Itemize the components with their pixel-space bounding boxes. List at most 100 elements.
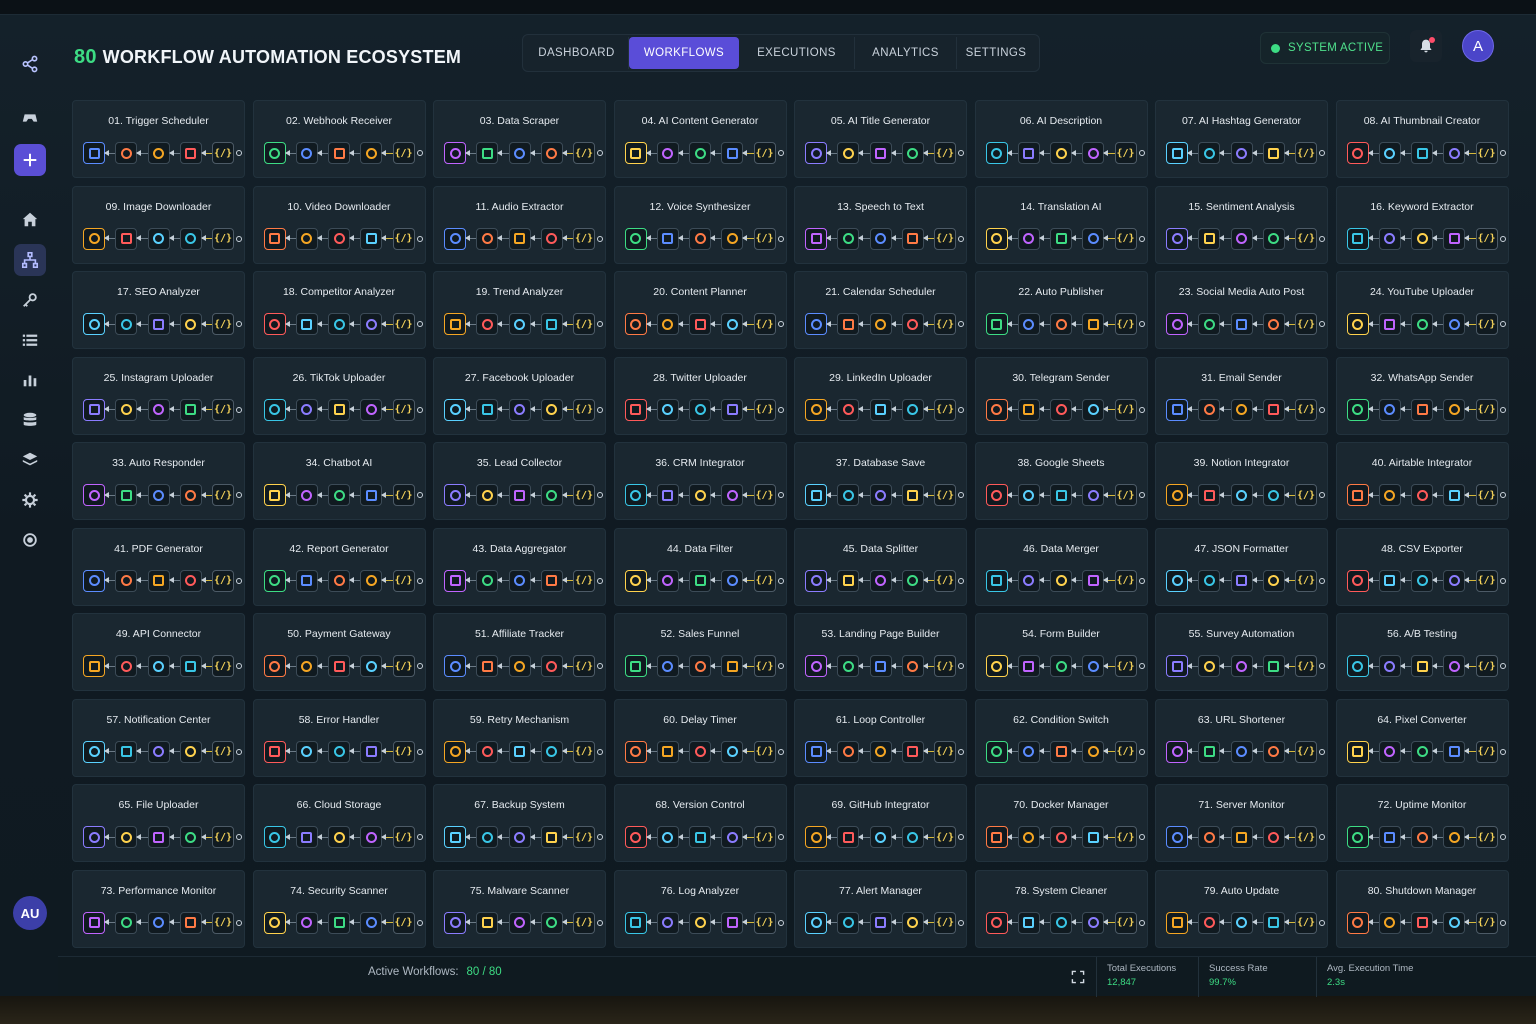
workflow-node-icon[interactable] xyxy=(689,569,711,592)
workflow-card[interactable]: 37. Database Save {/} xyxy=(794,442,967,520)
workflow-node-icon[interactable] xyxy=(444,484,466,506)
code-node-icon[interactable]: {/} xyxy=(753,911,776,934)
workflow-node-icon[interactable] xyxy=(1230,142,1253,164)
workflow-node-icon[interactable] xyxy=(837,398,860,421)
workflow-node-icon[interactable] xyxy=(1443,313,1466,335)
code-node-icon[interactable]: {/} xyxy=(1475,655,1498,677)
database-icon[interactable] xyxy=(14,404,46,436)
workflow-node-icon[interactable] xyxy=(1050,655,1072,677)
workflow-node-icon[interactable] xyxy=(869,740,892,763)
code-node-icon[interactable]: {/} xyxy=(392,227,415,250)
workflow-node-icon[interactable] xyxy=(721,398,744,421)
workflow-card[interactable]: 30. Telegram Sender {/} xyxy=(974,356,1148,435)
workflow-tree-icon[interactable] xyxy=(14,244,46,276)
workflow-node-icon[interactable] xyxy=(263,911,286,934)
workflow-card[interactable]: 80. Shutdown Manager {/} xyxy=(1335,869,1509,948)
workflow-card[interactable]: 25. Instagram Uploader {/} xyxy=(72,356,245,435)
workflow-card[interactable]: 58. Error Handler {/} xyxy=(252,698,426,777)
workflow-node-icon[interactable] xyxy=(328,142,350,164)
workflow-card[interactable]: 55. Survey Automation {/} xyxy=(1155,613,1328,691)
workflow-node-icon[interactable] xyxy=(837,227,860,250)
workflow-node-icon[interactable] xyxy=(508,569,531,592)
expand-icon[interactable] xyxy=(1060,957,1096,997)
workflow-node-icon[interactable] xyxy=(1050,740,1072,763)
workflow-node-icon[interactable] xyxy=(540,398,563,421)
workflow-node-icon[interactable] xyxy=(179,655,202,677)
workflow-card[interactable]: 07. AI Hashtag Generator {/} xyxy=(1155,100,1328,178)
workflow-node-icon[interactable] xyxy=(444,911,466,934)
code-node-icon[interactable]: {/} xyxy=(753,655,776,677)
home-icon[interactable] xyxy=(14,204,46,236)
code-node-icon[interactable]: {/} xyxy=(1295,313,1317,335)
workflow-card[interactable]: 23. Social Media Auto Post {/} xyxy=(1155,271,1328,349)
workflow-node-icon[interactable] xyxy=(1198,227,1221,250)
workflow-node-icon[interactable] xyxy=(721,227,744,250)
workflow-node-icon[interactable] xyxy=(1378,398,1401,421)
workflow-node-icon[interactable] xyxy=(1230,398,1253,421)
workflow-node-icon[interactable] xyxy=(83,655,105,677)
workflow-node-icon[interactable] xyxy=(328,911,350,934)
workflow-node-icon[interactable] xyxy=(721,826,744,848)
workflow-node-icon[interactable] xyxy=(115,569,138,592)
workflow-card[interactable]: 43. Data Aggregator {/} xyxy=(433,527,606,606)
workflow-node-icon[interactable] xyxy=(147,313,170,335)
workflow-node-icon[interactable] xyxy=(147,655,170,677)
workflow-node-icon[interactable] xyxy=(1230,313,1253,335)
code-node-icon[interactable]: {/} xyxy=(1114,484,1137,506)
workflow-node-icon[interactable] xyxy=(263,227,286,250)
workflow-node-icon[interactable] xyxy=(115,484,138,506)
workflow-node-icon[interactable] xyxy=(1262,655,1285,677)
code-node-icon[interactable]: {/} xyxy=(573,655,595,677)
workflow-node-icon[interactable] xyxy=(328,398,350,421)
workflow-node-icon[interactable] xyxy=(901,398,924,421)
workflow-card[interactable]: 26. TikTok Uploader {/} xyxy=(252,356,426,435)
workflow-node-icon[interactable] xyxy=(83,313,105,335)
workflow-node-icon[interactable] xyxy=(444,227,466,250)
workflow-node-icon[interactable] xyxy=(985,826,1008,848)
code-node-icon[interactable]: {/} xyxy=(1295,826,1317,848)
code-node-icon[interactable]: {/} xyxy=(392,313,415,335)
workflow-node-icon[interactable] xyxy=(1166,313,1188,335)
workflow-node-icon[interactable] xyxy=(1443,227,1466,250)
add-workflow-button[interactable] xyxy=(14,144,46,176)
workflow-node-icon[interactable] xyxy=(147,398,170,421)
workflow-node-icon[interactable] xyxy=(295,227,318,250)
workflow-node-icon[interactable] xyxy=(656,484,679,506)
code-node-icon[interactable]: {/} xyxy=(212,313,234,335)
workflow-node-icon[interactable] xyxy=(1050,398,1072,421)
workflow-node-icon[interactable] xyxy=(476,911,499,934)
workflow-card[interactable]: 57. Notification Center {/} xyxy=(72,698,245,777)
workflow-node-icon[interactable] xyxy=(624,142,647,164)
workflow-node-icon[interactable] xyxy=(1378,313,1401,335)
workflow-node-icon[interactable] xyxy=(656,826,679,848)
workflow-node-icon[interactable] xyxy=(721,740,744,763)
workflow-card[interactable]: 78. System Cleaner {/} xyxy=(974,869,1148,948)
workflow-node-icon[interactable] xyxy=(179,142,202,164)
workflow-node-icon[interactable] xyxy=(295,826,318,848)
workflow-node-icon[interactable] xyxy=(985,655,1008,677)
workflow-node-icon[interactable] xyxy=(1443,398,1466,421)
workflow-node-icon[interactable] xyxy=(1378,227,1401,250)
workflow-node-icon[interactable] xyxy=(689,826,711,848)
code-node-icon[interactable]: {/} xyxy=(753,484,776,506)
code-node-icon[interactable]: {/} xyxy=(934,227,956,250)
user-avatar[interactable]: AU xyxy=(13,896,47,930)
workflow-node-icon[interactable] xyxy=(1050,227,1072,250)
workflow-node-icon[interactable] xyxy=(985,740,1008,763)
tab-dashboard[interactable]: DASHBOARD xyxy=(525,37,629,69)
workflow-node-icon[interactable] xyxy=(1411,826,1433,848)
workflow-node-icon[interactable] xyxy=(476,655,499,677)
workflow-node-icon[interactable] xyxy=(901,569,924,592)
workflow-node-icon[interactable] xyxy=(1411,484,1433,506)
workflow-node-icon[interactable] xyxy=(540,740,563,763)
workflow-node-icon[interactable] xyxy=(1443,142,1466,164)
workflow-node-icon[interactable] xyxy=(1017,740,1040,763)
workflow-card[interactable]: 31. Email Sender {/} xyxy=(1155,356,1328,435)
workflow-card[interactable]: 22. Auto Publisher {/} xyxy=(974,271,1148,349)
workflow-node-icon[interactable] xyxy=(1017,569,1040,592)
workflow-node-icon[interactable] xyxy=(115,911,138,934)
code-node-icon[interactable]: {/} xyxy=(573,398,595,421)
workflow-node-icon[interactable] xyxy=(656,142,679,164)
workflow-node-icon[interactable] xyxy=(805,740,827,763)
workflow-node-icon[interactable] xyxy=(985,142,1008,164)
